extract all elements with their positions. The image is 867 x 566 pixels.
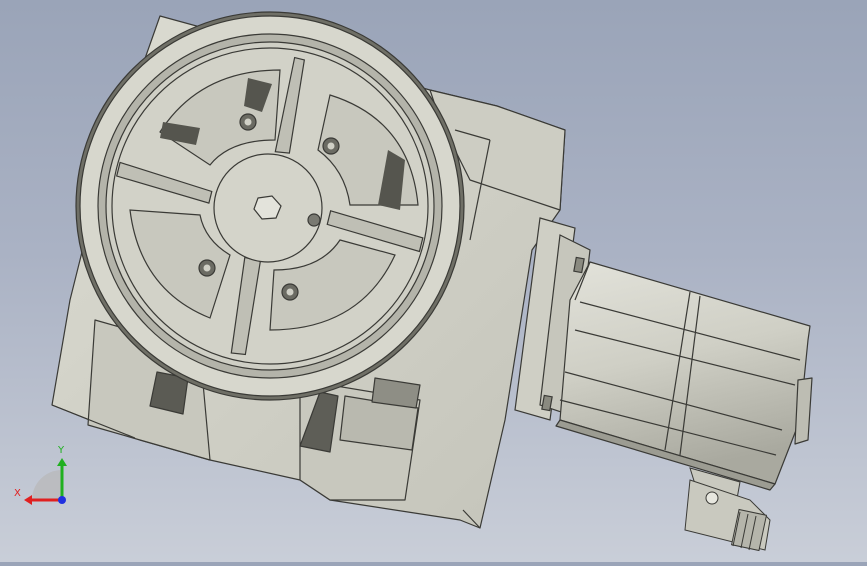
x-axis-arrowhead — [24, 495, 32, 505]
y-axis-label: Y — [57, 445, 65, 456]
z-axis-dot — [58, 496, 66, 504]
cad-model-view: Y X — [14, 11, 813, 552]
rotary-table — [75, 11, 465, 401]
hub-screw — [307, 213, 321, 227]
triad-plane — [32, 470, 62, 500]
x-axis-label: X — [14, 488, 21, 499]
y-axis-arrowhead — [57, 458, 67, 466]
coordinate-triad: Y X — [14, 445, 67, 505]
servo-motor — [555, 261, 813, 491]
cad-viewport[interactable]: Y X — [0, 0, 867, 562]
